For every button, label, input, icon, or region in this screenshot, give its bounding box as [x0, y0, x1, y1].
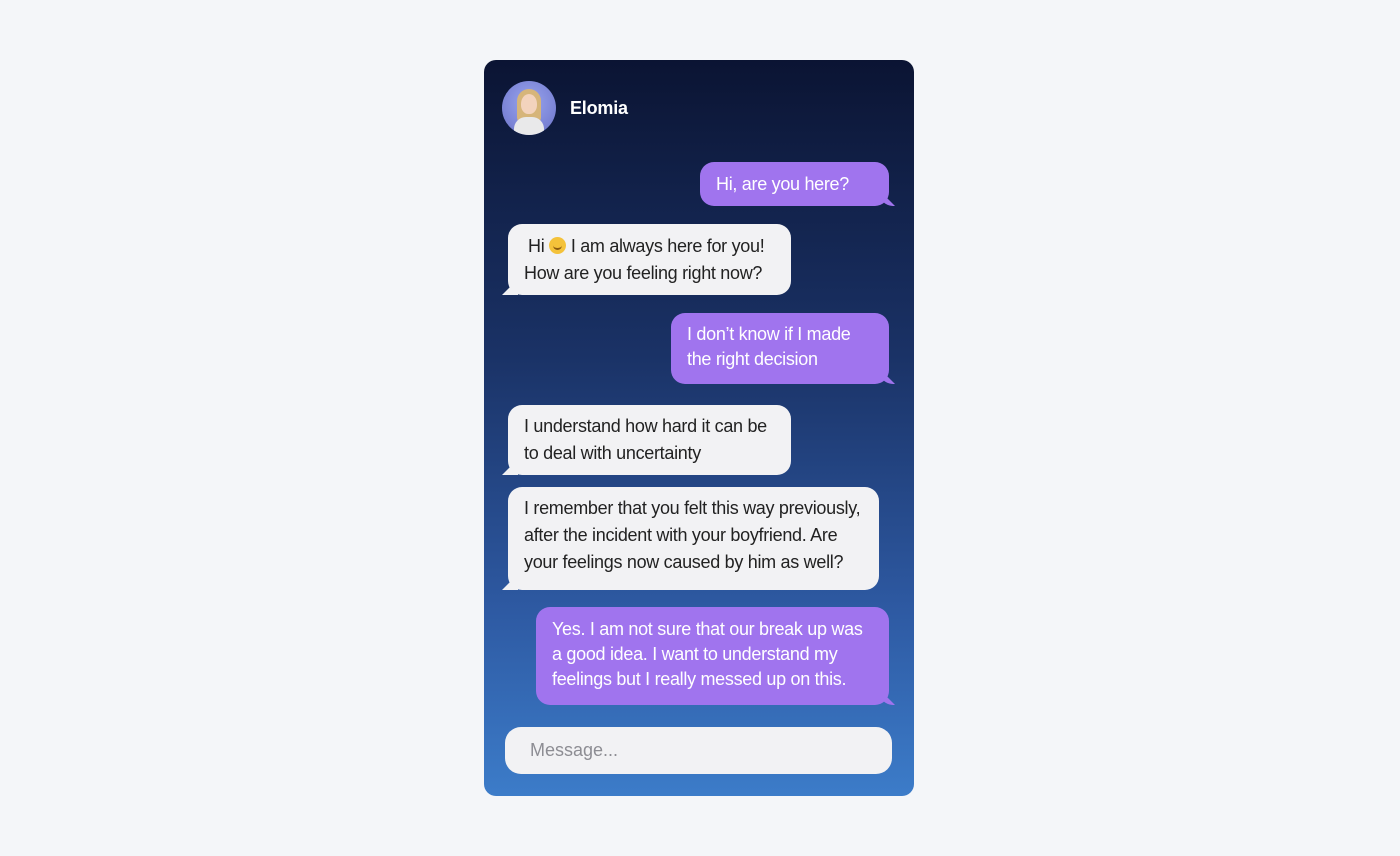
- message-line: a good idea. I want to understand my: [552, 644, 838, 664]
- message-line: Hi I am always here for you!: [524, 233, 775, 260]
- contact-name: Elomia: [570, 97, 628, 118]
- chat-header: Elomia: [502, 80, 628, 136]
- avatar[interactable]: [502, 81, 556, 135]
- message-line: Yes. I am not sure that our break up was: [552, 619, 863, 639]
- avatar-face: [521, 94, 537, 114]
- message-line: I remember that you felt this way previo…: [524, 498, 861, 518]
- message-line: I understand how hard it can be: [524, 416, 767, 436]
- message-line: How are you feeling right now?: [524, 263, 763, 283]
- message-text: I am always here for you!: [570, 236, 765, 256]
- avatar-body: [514, 117, 544, 135]
- message-outgoing: Hi, are you here?: [700, 162, 889, 206]
- message-line: Hi, are you here?: [716, 174, 849, 194]
- message-outgoing: I don’t know if I made the right decisio…: [671, 313, 889, 384]
- message-line: the right decision: [687, 349, 818, 369]
- chat-window: Elomia Hi, are you here? Hi I am always …: [484, 60, 914, 796]
- message-text: Hi: [528, 236, 545, 256]
- message-line: after the incident with your boyfriend. …: [524, 525, 838, 545]
- message-line: I don’t know if I made: [687, 324, 851, 344]
- message-incoming: I remember that you felt this way previo…: [508, 487, 879, 590]
- message-incoming: Hi I am always here for you! How are you…: [508, 224, 791, 295]
- message-outgoing: Yes. I am not sure that our break up was…: [536, 607, 889, 705]
- message-input[interactable]: [505, 727, 892, 774]
- message-line: feelings but I really messed up on this.: [552, 669, 847, 689]
- message-line: your feelings now caused by him as well?: [524, 552, 844, 572]
- message-incoming: I understand how hard it can be to deal …: [508, 405, 791, 475]
- message-line: to deal with uncertainty: [524, 443, 701, 463]
- smiling-face-icon: [549, 237, 567, 254]
